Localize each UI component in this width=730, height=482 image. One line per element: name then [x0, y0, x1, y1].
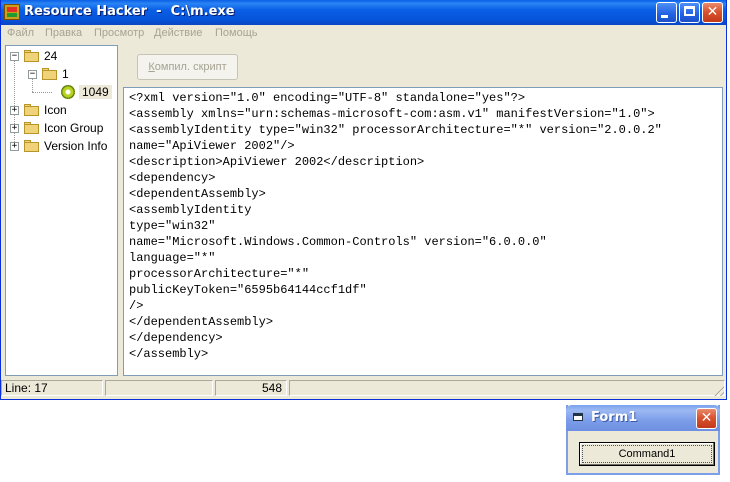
close-button[interactable]: ✕ — [702, 2, 723, 23]
resource-hacker-window: Resource Hacker - C:\m.exe ✕ Файл Правка… — [0, 0, 727, 400]
expand-icon[interactable]: + — [10, 106, 19, 115]
menu-action[interactable]: Действие — [154, 27, 202, 39]
code-line: <dependency> — [129, 171, 216, 185]
form1-title-bar[interactable]: Form1 ✕ — [566, 405, 720, 431]
folder-icon — [24, 140, 40, 152]
code-line: <assemblyIdentity type="win32" processor… — [129, 123, 662, 137]
close-icon: ✕ — [706, 4, 719, 20]
compile-script-button[interactable]: Компил. скрипт — [137, 54, 238, 80]
status-size: 548 — [215, 380, 287, 396]
folder-icon — [24, 104, 40, 116]
expand-icon[interactable]: + — [10, 142, 19, 151]
code-line: <description>ApiViewer 2002</description… — [129, 155, 425, 169]
resource-gear-icon — [61, 85, 75, 99]
tree-node-1049[interactable]: 1049 — [6, 84, 116, 100]
tree-node-label: 1049 — [79, 85, 112, 99]
resource-tree[interactable]: − 24 − 1 1049 + Icon + Icon Group + Vers… — [5, 45, 118, 376]
form-icon[interactable] — [573, 413, 583, 421]
tree-node-icon[interactable]: + Icon — [6, 102, 116, 118]
collapse-icon[interactable]: − — [28, 70, 37, 79]
app-icon[interactable] — [4, 4, 20, 20]
tree-node-label: Icon — [44, 103, 67, 117]
folder-icon — [24, 122, 40, 134]
tree-node-version-info[interactable]: + Version Info — [6, 138, 116, 154]
status-bar: Line: 17 548 — [1, 379, 726, 398]
tree-node-label: Icon Group — [44, 121, 104, 135]
code-line: name="ApiViewer 2002"/> — [129, 139, 295, 153]
status-cell — [289, 380, 725, 396]
compile-label: омпил. скрипт — [154, 61, 227, 73]
tree-node-label: 24 — [44, 49, 58, 63]
tree-node-label: Version Info — [44, 139, 108, 153]
code-line: language="*" — [129, 251, 216, 265]
menu-file[interactable]: Файл — [7, 27, 34, 39]
tree-node-icon-group[interactable]: + Icon Group — [6, 120, 116, 136]
maximize-icon — [684, 6, 695, 16]
menu-help[interactable]: Помощь — [215, 27, 258, 39]
code-line: </dependency> — [129, 331, 223, 345]
menu-view[interactable]: Просмотр — [94, 27, 144, 39]
code-line: processorArchitecture="*" — [129, 267, 310, 281]
script-editor[interactable]: <?xml version="1.0" encoding="UTF-8" sta… — [123, 87, 723, 376]
window-title: Resource Hacker - C:\m.exe — [24, 4, 235, 19]
folder-open-icon — [42, 68, 58, 80]
form1-close-button[interactable]: ✕ — [696, 408, 717, 429]
code-line: /> — [129, 299, 144, 313]
form1-window: Form1 ✕ Command1 — [566, 405, 720, 475]
code-line: </assembly> — [129, 347, 209, 361]
minimize-button[interactable] — [656, 2, 677, 23]
status-line: Line: 17 — [1, 380, 103, 396]
expand-icon[interactable]: + — [10, 124, 19, 133]
code-line: <?xml version="1.0" encoding="UTF-8" sta… — [129, 91, 526, 105]
tree-node-1[interactable]: − 1 — [6, 66, 116, 82]
title-bar[interactable]: Resource Hacker - C:\m.exe ✕ — [1, 0, 726, 25]
menu-edit[interactable]: Правка — [45, 27, 82, 39]
collapse-icon[interactable]: − — [10, 52, 19, 61]
code-line: <assemblyIdentity — [129, 203, 252, 217]
folder-open-icon — [24, 50, 40, 62]
command1-button[interactable]: Command1 — [579, 442, 715, 466]
tree-node-label: 1 — [62, 67, 69, 81]
minimize-icon — [661, 15, 668, 18]
code-line: publicKeyToken="6595b64144ccf1df" — [129, 283, 367, 297]
form1-title: Form1 — [591, 410, 638, 425]
status-cell — [105, 380, 213, 396]
menu-bar: Файл Правка Просмотр Действие Помощь — [1, 25, 726, 44]
code-line: </dependentAssembly> — [129, 315, 274, 329]
tree-node-24[interactable]: − 24 — [6, 48, 116, 64]
code-line: type="win32" — [129, 219, 216, 233]
code-line: name="Microsoft.Windows.Common-Controls"… — [129, 235, 547, 249]
code-line: <assembly xmlns="urn:schemas-microsoft-c… — [129, 107, 655, 121]
maximize-button[interactable] — [679, 2, 700, 23]
code-line: <dependentAssembly> — [129, 187, 266, 201]
